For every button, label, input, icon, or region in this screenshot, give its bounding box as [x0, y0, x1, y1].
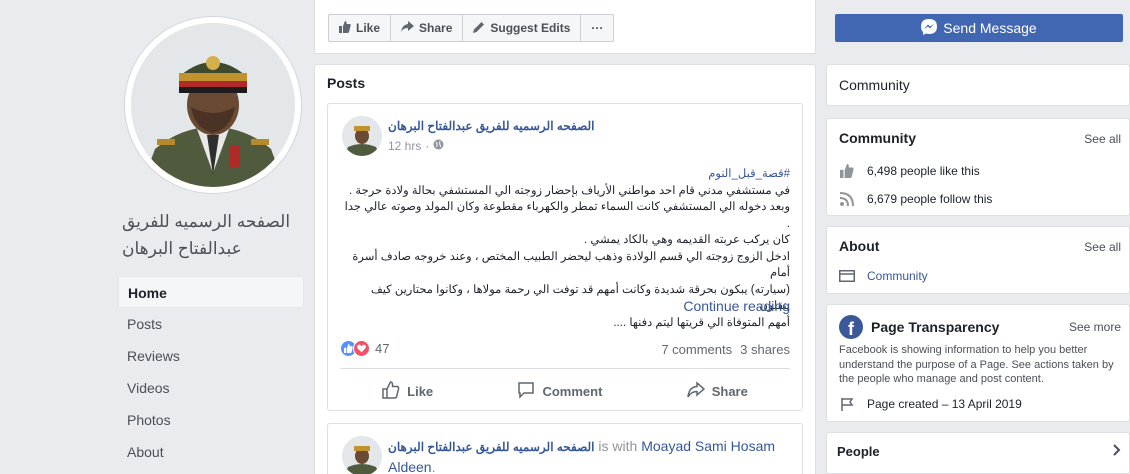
post-hashtag[interactable]: #قصة_قبل_النوم [340, 166, 790, 183]
nav-videos[interactable]: Videos [118, 372, 304, 404]
post-line: أمهم المتوفاة الي قريتها ليتم دفنها .... [613, 316, 790, 329]
follows-count-text: 6,679 people follow this [867, 192, 993, 206]
post-author-name[interactable]: الصفحه الرسميه للفريق عبدالفتاح البرهان [388, 440, 595, 454]
share-arrow-outline-icon [686, 380, 705, 402]
post-meta: 12 hrs · [388, 139, 444, 153]
page-action-bar: Like Share Suggest Edits ··· [314, 0, 816, 54]
chevron-right-icon [1113, 444, 1121, 459]
share-arrow-icon [401, 20, 415, 36]
post-author-avatar[interactable] [342, 436, 382, 474]
post-divider [340, 368, 790, 369]
transparency-see-more-link[interactable]: See more [1069, 320, 1121, 334]
share-page-label: Share [419, 21, 453, 35]
nav-photos[interactable]: Photos [118, 404, 304, 436]
suggest-edits-label: Suggest Edits [490, 21, 571, 35]
globe-icon [433, 139, 444, 153]
category-row: Community [839, 269, 928, 283]
post-like-button[interactable]: Like [382, 380, 434, 402]
about-card: About See all Community [826, 226, 1130, 294]
category-tag-icon [839, 270, 855, 282]
community-header-title: Community [839, 77, 910, 93]
follows-row: 6,679 people follow this [839, 192, 992, 206]
rss-follow-icon [839, 192, 855, 206]
page-created-text: Page created – 13 April 2019 [867, 397, 1022, 411]
send-message-button[interactable]: Send Message [835, 14, 1123, 42]
post-card: الصفحه الرسميه للفريق عبدالفتاح البرهان … [327, 423, 803, 474]
shares-count-link[interactable]: 3 shares [740, 342, 790, 357]
nav-posts[interactable]: Posts [118, 308, 304, 340]
people-title: People [837, 444, 880, 459]
post-comment-button[interactable]: Comment [517, 381, 602, 402]
transparency-description: Facebook is showing information to help … [839, 344, 1114, 385]
suggest-edits-button[interactable]: Suggest Edits [463, 15, 582, 41]
community-card-title: Community [839, 130, 916, 146]
post-line: ادخل الزوج زوجته الي قسم الولادة وذهب لي… [352, 250, 790, 280]
post-with-text: is with [594, 438, 642, 454]
facebook-logo-icon: f [839, 315, 863, 339]
post-author-avatar[interactable] [342, 116, 382, 156]
more-options-button[interactable]: ··· [581, 15, 613, 41]
post-share-label: Share [711, 383, 748, 399]
reaction-count: 47 [375, 341, 390, 356]
post-card: الصفحه الرسميه للفريق عبدالفتاح البرهان … [327, 103, 803, 411]
pencil-icon [473, 21, 485, 36]
post-header-text: الصفحه الرسميه للفريق عبدالفتاح البرهان … [388, 436, 796, 474]
post-share-button[interactable]: Share [686, 380, 748, 402]
about-card-title: About [839, 238, 880, 254]
comment-bubble-icon [517, 381, 535, 402]
flag-icon [839, 397, 855, 411]
left-navigation: Home Posts Reviews Videos Photos About [118, 276, 304, 468]
post-period: . [431, 459, 436, 474]
page-action-group: Like Share Suggest Edits ··· [328, 14, 615, 42]
profile-photo [131, 23, 295, 187]
posts-title: Posts [327, 75, 366, 91]
likes-count-text: 6,498 people like this [867, 164, 980, 178]
nav-about[interactable]: About [118, 436, 304, 468]
page-name-line1: الصفحه الرسميه للفريق [122, 212, 291, 231]
posts-panel: Posts الصفحه الرسميه للفريق عبدالفتاح ال… [314, 64, 816, 474]
post-line: في مستشفي مدني قام احد مواطني الأرياف بإ… [349, 184, 790, 197]
more-dots-icon: ··· [591, 21, 604, 35]
page-name[interactable]: الصفحه الرسميه للفريق عبدالفتاح البرهان [122, 208, 312, 262]
community-header-card[interactable]: Community [826, 64, 1130, 106]
thumbs-up-icon [839, 164, 855, 178]
share-page-button[interactable]: Share [391, 15, 464, 41]
about-see-all-link[interactable]: See all [1084, 240, 1121, 254]
community-see-all-link[interactable]: See all [1084, 132, 1121, 146]
post-author-name[interactable]: الصفحه الرسميه للفريق عبدالفتاح البرهان [388, 119, 595, 133]
community-card: Community See all 6,498 people like this… [826, 118, 1130, 216]
profile-picture[interactable] [124, 16, 302, 194]
page-name-line2: عبدالفتاح البرهان [122, 239, 242, 258]
post-comment-label: Comment [542, 383, 603, 399]
nav-reviews[interactable]: Reviews [118, 340, 304, 372]
messenger-icon [921, 18, 938, 38]
page-created-row: Page created – 13 April 2019 [839, 397, 1022, 411]
reaction-summary[interactable]: 47 [340, 340, 389, 357]
likes-row: 6,498 people like this [839, 164, 980, 178]
page-transparency-card: f Page Transparency See more Facebook is… [826, 304, 1130, 422]
send-message-label: Send Message [943, 20, 1037, 36]
love-reaction-icon [353, 340, 370, 357]
post-like-label: Like [407, 383, 434, 399]
nav-home[interactable]: Home [118, 276, 304, 308]
post-line: وبعد دخوله الي المستشفي كانت السماء تمطر… [344, 201, 790, 230]
like-page-label: Like [356, 21, 381, 35]
continue-reading-link[interactable]: Continue reading [683, 298, 790, 314]
comments-count-link[interactable]: 7 comments [661, 342, 732, 357]
category-link[interactable]: Community [867, 269, 928, 283]
post-timestamp[interactable]: 12 hrs [388, 139, 421, 153]
post-line: كان يركب عربته القديمه وهي بالكاد يمشي . [584, 234, 790, 246]
thumbs-up-icon [339, 20, 351, 36]
post-action-bar: Like Comment Share [340, 372, 790, 410]
transparency-title: Page Transparency [871, 319, 1000, 335]
like-page-button[interactable]: Like [329, 15, 392, 41]
thumbs-up-outline-icon [382, 380, 400, 402]
post-stats: 7 comments 3 shares [661, 342, 790, 357]
people-card[interactable]: People [826, 432, 1130, 474]
